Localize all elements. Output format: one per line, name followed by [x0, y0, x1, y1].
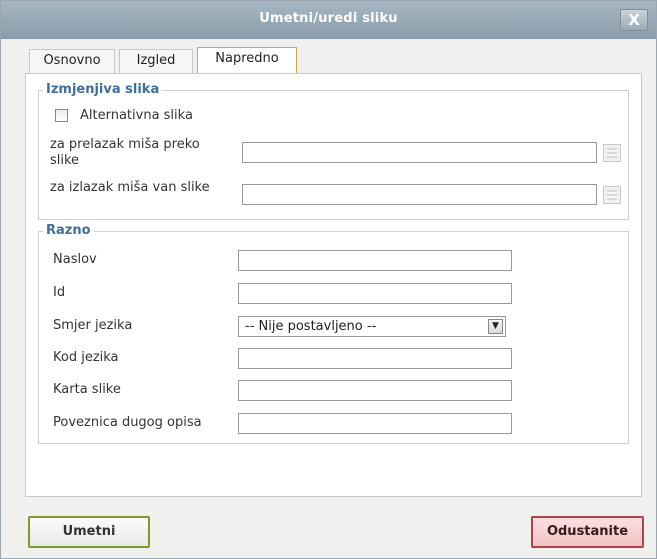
image-map-label: Karta slike — [53, 382, 121, 397]
id-input[interactable] — [238, 283, 512, 304]
direction-select-value: -- Nije postavljeno -- — [245, 319, 377, 334]
swap-image-legend: Izmjenjiva slika — [43, 82, 163, 97]
tab-osnovno[interactable]: Osnovno — [29, 49, 115, 73]
close-button[interactable]: X — [620, 9, 648, 31]
misc-fieldset: Razno Naslov Id Smjer jezika -- Nije pos… — [38, 223, 629, 444]
tab-napredno[interactable]: Napredno — [197, 47, 297, 73]
long-desc-label: Poveznica dugog opisa — [53, 415, 202, 430]
image-dialog: Umetni/uredi sliku X Osnovno Izgled Napr… — [0, 0, 657, 559]
chevron-down-icon[interactable]: ▼ — [488, 319, 503, 334]
long-desc-input[interactable] — [238, 413, 512, 434]
title-input[interactable] — [238, 250, 512, 271]
insert-button[interactable]: Umetni — [28, 516, 150, 548]
tab-panel-napredno: Izmjenjiva slika Alternativna slika za p… — [25, 73, 642, 497]
mouseout-browse-icon[interactable] — [603, 186, 621, 204]
mouseover-browse-icon[interactable] — [603, 144, 621, 162]
misc-legend: Razno — [43, 223, 94, 238]
dialog-title: Umetni/uredi sliku — [259, 11, 398, 26]
swap-image-fieldset: Izmjenjiva slika Alternativna slika za p… — [38, 82, 629, 220]
tab-izgled[interactable]: Izgled — [119, 49, 193, 73]
lang-code-label: Kod jezika — [53, 350, 119, 365]
mouseout-label: za izlazak miša van slike — [50, 180, 210, 195]
mouseover-label: za prelazak miša preko slike — [50, 137, 200, 168]
title-bar[interactable]: Umetni/uredi sliku X — [1, 1, 656, 39]
direction-select[interactable]: -- Nije postavljeno -- ▼ — [238, 316, 506, 337]
direction-label: Smjer jezika — [53, 318, 133, 333]
id-label: Id — [53, 285, 66, 300]
mouseout-input[interactable] — [242, 184, 597, 205]
title-label: Naslov — [53, 252, 97, 267]
cancel-button[interactable]: Odustanite — [531, 516, 644, 548]
image-map-input[interactable] — [238, 380, 512, 401]
mouseover-input[interactable] — [242, 142, 597, 163]
lang-code-input[interactable] — [238, 348, 512, 369]
alt-image-label: Alternativna slika — [80, 108, 193, 123]
alt-image-checkbox[interactable] — [55, 109, 68, 122]
